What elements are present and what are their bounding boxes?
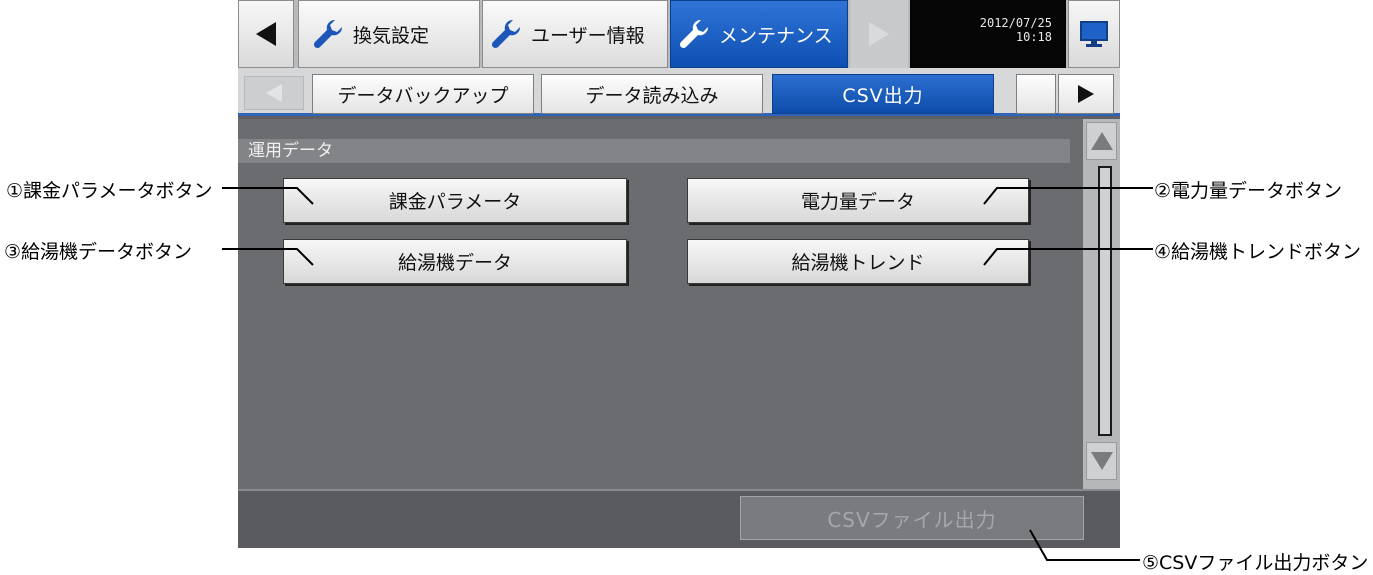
callout-leader-lines — [222, 187, 1153, 561]
callout-water-heater-trend-button: ④給湯機トレンドボタン — [1154, 241, 1362, 263]
callout-water-heater-data-button: ③給湯機データボタン — [4, 241, 193, 263]
callout-power-data-button: ②電力量データボタン — [1154, 180, 1343, 202]
callout-csv-file-output-button: ⑤CSVファイル出力ボタン — [1142, 552, 1369, 574]
callout-billing-parameters-button: ①課金パラメータボタン — [6, 180, 213, 202]
